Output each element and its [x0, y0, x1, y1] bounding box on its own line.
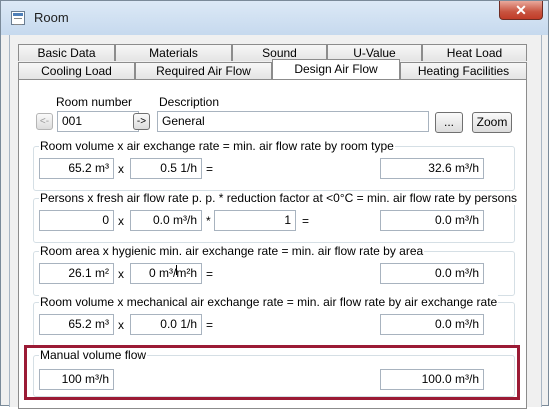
air-flow-by-persons-field: 0.0 m³/h [380, 210, 484, 231]
description-field[interactable]: General [157, 111, 429, 132]
room-volume-group: Room volume x air exchange rate = min. a… [33, 139, 515, 191]
tab-heat-load[interactable]: Heat Load [422, 44, 527, 61]
air-flow-by-area-field: 0.0 m³/h [380, 263, 484, 284]
room-volume-field[interactable]: 65.2 m³ [39, 158, 114, 179]
description-label: Description [159, 95, 220, 109]
reduction-factor-field[interactable]: 1 [214, 210, 296, 231]
zoom-button[interactable]: Zoom [472, 112, 512, 133]
tab-design-air-flow[interactable]: Design Air Flow [272, 59, 400, 79]
equals-sign: = [206, 318, 214, 332]
room-area-group: Room area x hygienic min. air exchange r… [33, 244, 515, 296]
multiply-sign: x [118, 318, 124, 332]
room-number-field[interactable]: 001 [57, 111, 139, 132]
air-flow-by-room-type-field: 32.6 m³/h [380, 158, 484, 179]
mechanical-exchange-rate-field[interactable]: 0.0 1/h [130, 314, 202, 335]
multiply-sign: x [118, 267, 124, 281]
multiply-sign: x [118, 162, 124, 176]
room-area-field[interactable]: 26.1 m² [39, 263, 114, 284]
tab-basic-data[interactable]: Basic Data [18, 44, 115, 61]
persons-field[interactable]: 0 [39, 210, 114, 231]
persons-legend: Persons x fresh air flow rate p. p. * re… [39, 191, 519, 205]
tab-materials[interactable]: Materials [115, 44, 232, 61]
room-number-label: Room number [56, 95, 133, 109]
browse-button[interactable]: ... [435, 112, 463, 133]
equals-sign: = [206, 162, 214, 176]
window-icon [11, 11, 25, 25]
air-exchange-rate-field[interactable]: 0.5 1/h [130, 158, 202, 179]
previous-room-button[interactable]: <- [36, 113, 53, 130]
text-cursor [176, 265, 177, 275]
tab-required-air-flow[interactable]: Required Air Flow [135, 62, 272, 79]
window-title: Room [34, 10, 69, 25]
tab-heating-facilities[interactable]: Heating Facilities [400, 62, 527, 79]
equals-sign: = [302, 214, 310, 228]
mechanical-room-volume-field[interactable]: 65.2 m³ [39, 314, 114, 335]
mechanical-exchange-group: Room volume x mechanical air exchange ra… [33, 295, 515, 347]
mechanical-exchange-legend: Room volume x mechanical air exchange ra… [39, 295, 499, 309]
hygienic-exchange-rate-field[interactable]: 0 m³/m²h [130, 263, 202, 284]
multiply-sign: * [206, 214, 211, 228]
persons-group: Persons x fresh air flow rate p. p. * re… [33, 191, 519, 243]
title-bar[interactable]: Room ✕ [1, 1, 548, 35]
room-area-legend: Room area x hygienic min. air exchange r… [39, 244, 425, 258]
room-volume-legend: Room volume x air exchange rate = min. a… [39, 139, 395, 153]
fresh-air-rate-field[interactable]: 0.0 m³/h [130, 210, 202, 231]
tab-cooling-load[interactable]: Cooling Load [18, 62, 135, 79]
next-room-button[interactable]: -> [133, 113, 150, 130]
equals-sign: = [206, 267, 214, 281]
air-flow-by-exchange-rate-field: 0.0 m³/h [380, 314, 484, 335]
highlight-box [24, 345, 520, 400]
multiply-sign: x [118, 214, 124, 228]
close-button[interactable]: ✕ [499, 1, 543, 20]
